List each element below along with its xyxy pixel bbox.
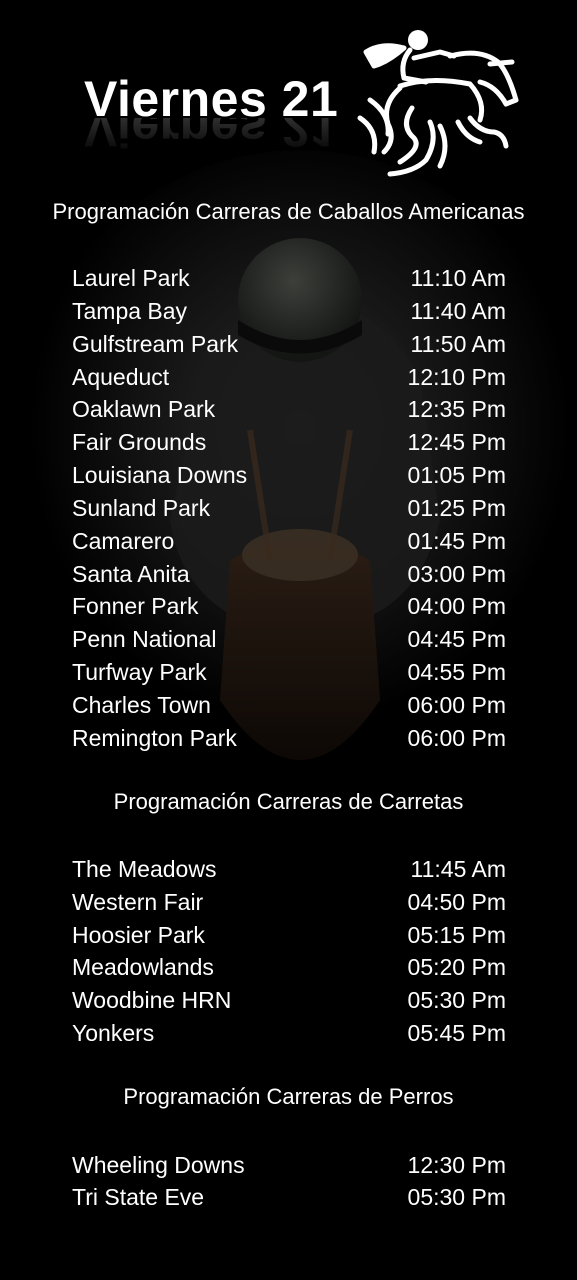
track-name: Fonner Park — [72, 592, 199, 619]
post-time: 05:30 Pm — [407, 986, 506, 1013]
track-name: Fair Grounds — [72, 428, 207, 455]
post-time: 06:00 Pm — [407, 724, 506, 751]
post-time: 12:45 Pm — [407, 428, 506, 455]
race-row: Gulfstream Park 11:50 Am — [72, 328, 506, 360]
section-title-carretas: Programación Carreras de Carretas — [113, 789, 464, 814]
race-row: Turfway Park 04:55 Pm — [72, 656, 506, 688]
race-row: Sunland Park 01:25 Pm — [72, 492, 506, 524]
track-name: Meadowlands — [72, 953, 214, 980]
track-name: Sunland Park — [72, 494, 211, 521]
track-name: Wheeling Downs — [72, 1151, 245, 1178]
track-name: Woodbine HRN — [72, 986, 232, 1013]
track-name: Penn National — [72, 625, 217, 652]
track-name: The Meadows — [72, 855, 217, 882]
track-name: Aqueduct — [72, 363, 170, 390]
page-title-reflection: Viernes 21 — [84, 118, 339, 157]
track-name: Charles Town — [72, 691, 211, 718]
section-title-perros: Programación Carreras de Perros — [123, 1084, 454, 1109]
post-time: 11:45 Am — [410, 855, 506, 882]
race-row: Western Fair 04:50 Pm — [72, 886, 506, 918]
track-name: Remington Park — [72, 724, 237, 751]
track-name: Laurel Park — [72, 264, 190, 291]
post-time: 04:45 Pm — [407, 625, 506, 652]
post-time: 11:40 Am — [410, 297, 506, 324]
race-row: Penn National 04:45 Pm — [72, 623, 506, 655]
post-time: 12:30 Pm — [407, 1151, 506, 1178]
track-name: Camarero — [72, 527, 175, 554]
race-row: Louisiana Downs 01:05 Pm — [72, 459, 506, 491]
post-time: 03:00 Pm — [407, 560, 506, 587]
track-name: Hoosier Park — [72, 921, 205, 948]
race-row: Charles Town 06:00 Pm — [72, 689, 506, 721]
post-time: 11:10 Am — [410, 264, 506, 291]
track-name: Tampa Bay — [72, 297, 188, 324]
post-time: 12:35 Pm — [407, 395, 506, 422]
post-time: 05:20 Pm — [407, 953, 506, 980]
post-time: 12:10 Pm — [407, 363, 506, 390]
post-time: 01:45 Pm — [407, 527, 506, 554]
race-row: Tri State Eve 05:30 Pm — [72, 1181, 506, 1213]
post-time: 04:00 Pm — [407, 592, 506, 619]
track-name: Turfway Park — [72, 658, 207, 685]
race-row: Camarero 01:45 Pm — [72, 525, 506, 557]
section-title-caballos: Programación Carreras de Caballos Americ… — [52, 199, 525, 224]
race-row: Remington Park 06:00 Pm — [72, 722, 506, 754]
post-time: 05:15 Pm — [407, 921, 506, 948]
horse-jockey-logo-icon — [357, 30, 519, 177]
post-time: 04:55 Pm — [407, 658, 506, 685]
post-time: 01:25 Pm — [407, 494, 506, 521]
race-row: The Meadows 11:45 Am — [72, 853, 506, 885]
race-row: Santa Anita 03:00 Pm — [72, 558, 506, 590]
track-name: Oaklawn Park — [72, 395, 216, 422]
track-name: Western Fair — [72, 888, 204, 915]
post-time: 05:30 Pm — [407, 1183, 506, 1210]
post-time: 04:50 Pm — [407, 888, 506, 915]
race-row: Meadowlands 05:20 Pm — [72, 951, 506, 983]
track-name: Gulfstream Park — [72, 330, 239, 357]
race-row: Laurel Park 11:10 Am — [72, 262, 506, 294]
race-row: Fair Grounds 12:45 Pm — [72, 426, 506, 458]
race-row: Woodbine HRN 05:30 Pm — [72, 984, 506, 1016]
race-row: Hoosier Park 05:15 Pm — [72, 919, 506, 951]
race-row: Fonner Park 04:00 Pm — [72, 590, 506, 622]
post-time: 05:45 Pm — [407, 1019, 506, 1046]
race-row: Wheeling Downs 12:30 Pm — [72, 1149, 506, 1181]
track-name: Yonkers — [72, 1019, 155, 1046]
race-row: Aqueduct 12:10 Pm — [72, 361, 506, 393]
track-name: Tri State Eve — [72, 1183, 205, 1210]
post-time: 01:05 Pm — [407, 461, 506, 488]
race-row: Oaklawn Park 12:35 Pm — [72, 393, 506, 425]
track-name: Louisiana Downs — [72, 461, 248, 488]
post-time: 11:50 Am — [410, 330, 506, 357]
post-time: 06:00 Pm — [407, 691, 506, 718]
track-name: Santa Anita — [72, 560, 190, 587]
race-row: Tampa Bay 11:40 Am — [72, 295, 506, 327]
race-row: Yonkers 05:45 Pm — [72, 1017, 506, 1049]
